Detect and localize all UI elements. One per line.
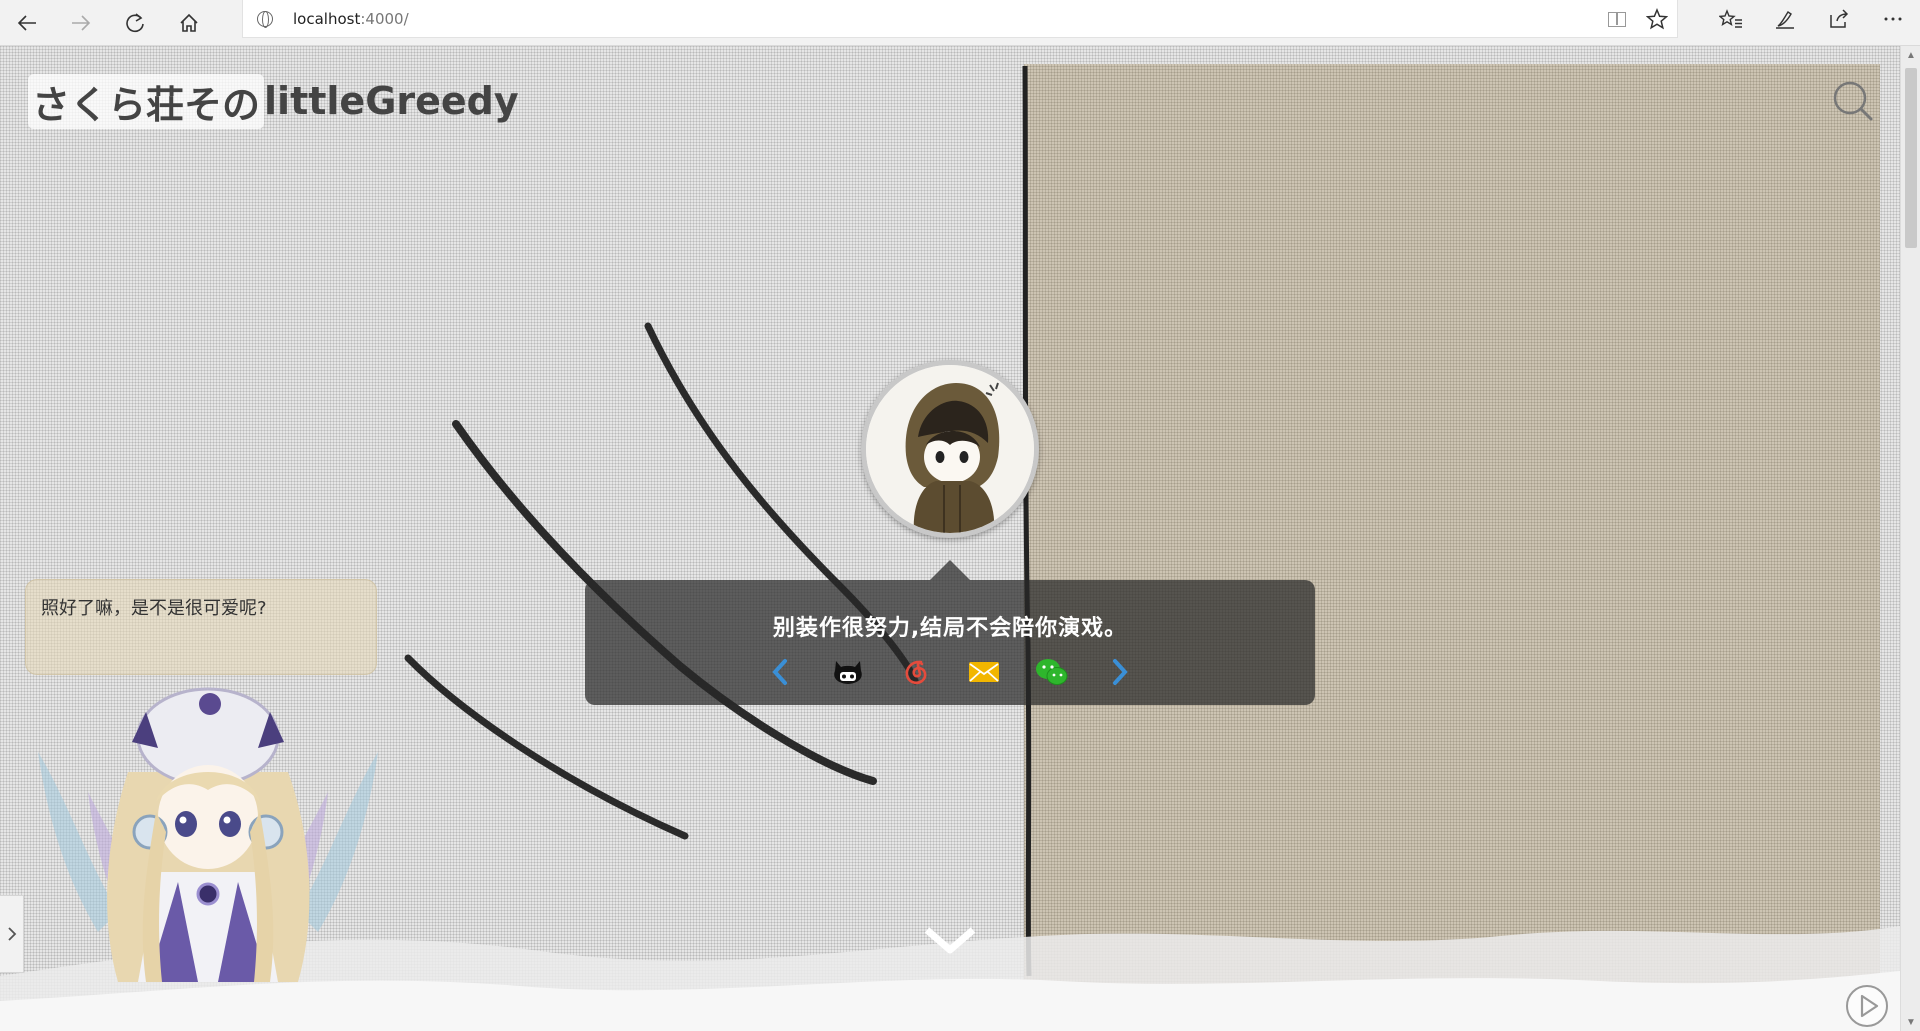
sidebar-toggle-button[interactable] [0, 895, 24, 973]
arrow-right-icon [72, 14, 91, 31]
email-icon [969, 662, 999, 682]
chevron-left-icon [772, 659, 787, 685]
arrow-left-icon [17, 14, 36, 31]
home-icon [180, 13, 198, 32]
forward-button[interactable] [54, 4, 108, 42]
share-icon [1830, 9, 1849, 28]
email-link[interactable] [967, 655, 1001, 689]
more-menu-button[interactable] [1866, 0, 1920, 38]
mascot-speech-bubble: 照好了嘛，是不是很可爱呢? [25, 579, 377, 675]
url-text: localhost:4000/ [293, 9, 409, 28]
site-title[interactable]: さくら荘その littleGreedy [28, 73, 519, 129]
globe-icon [257, 10, 273, 28]
music-play-button[interactable] [1845, 984, 1889, 1028]
reading-view-button[interactable] [1597, 0, 1637, 38]
browser-toolbar: localhost:4000/ [0, 0, 1920, 46]
chevron-right-small-icon [7, 927, 16, 941]
web-note-button[interactable] [1758, 0, 1812, 38]
netease-music-icon [905, 660, 927, 685]
motto-text: 别装作很努力,结局不会陪你演戏。 [772, 616, 1128, 641]
favorites-hub-button[interactable] [1704, 0, 1758, 38]
mascot-character[interactable] [28, 682, 388, 1022]
chevron-down-icon [924, 927, 976, 954]
github-link[interactable] [831, 655, 865, 689]
site-title-name: littleGreedy [264, 79, 519, 123]
hero-section: さくら荘その littleGreedy 别装作很努力,结局不会陪你演戏。 照好了… [0, 46, 1900, 1031]
home-button[interactable] [162, 4, 216, 42]
mascot-image [38, 687, 378, 982]
back-button[interactable] [0, 4, 54, 42]
play-icon [1846, 985, 1888, 1027]
mascot-speech-text: 照好了嘛，是不是很可爱呢? [41, 598, 267, 619]
avatar-image [866, 365, 1034, 533]
refresh-button[interactable] [108, 4, 162, 42]
netease-music-link[interactable] [899, 655, 933, 689]
share-button[interactable] [1812, 0, 1866, 38]
scrollbar-thumb[interactable] [1905, 68, 1917, 248]
wechat-link[interactable] [1035, 655, 1069, 689]
reading-view-icon [1608, 11, 1626, 27]
more-icon [1884, 17, 1902, 21]
github-icon [834, 661, 862, 684]
scroll-down-button[interactable] [922, 924, 978, 958]
search-icon [1833, 81, 1873, 121]
star-icon [1646, 8, 1668, 30]
scroll-down-arrow-icon[interactable]: ▼ [1901, 1013, 1920, 1031]
pen-icon [1776, 11, 1794, 29]
profile-card: 别装作很努力,结局不会陪你演戏。 [585, 560, 1315, 705]
social-next-button[interactable] [1103, 655, 1137, 689]
author-avatar[interactable] [861, 360, 1039, 538]
favorites-list-icon [1719, 9, 1742, 28]
wechat-icon [1036, 659, 1068, 685]
site-title-highlight: さくら荘その [28, 73, 265, 129]
social-prev-button[interactable] [763, 655, 797, 689]
refresh-icon [126, 12, 144, 32]
favorite-button[interactable] [1637, 0, 1677, 38]
page-scrollbar[interactable]: ▲ ▼ [1900, 46, 1920, 1031]
chevron-right-icon [1113, 659, 1128, 685]
search-button[interactable] [1830, 78, 1876, 124]
address-bar[interactable]: localhost:4000/ [242, 0, 1678, 38]
social-links [585, 652, 1315, 692]
scroll-up-arrow-icon[interactable]: ▲ [1901, 46, 1920, 64]
